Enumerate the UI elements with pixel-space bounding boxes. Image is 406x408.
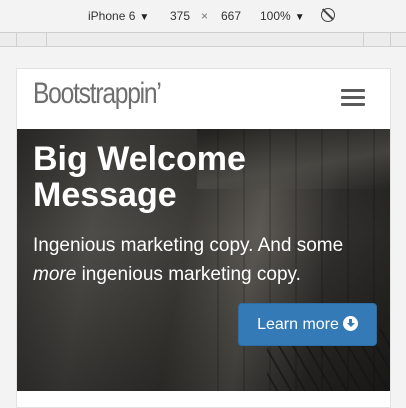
no-throttle-icon[interactable] <box>321 8 335 22</box>
dimension-separator: × <box>201 9 209 23</box>
hamburger-icon[interactable] <box>341 89 367 109</box>
ruler-mark <box>46 33 47 47</box>
width-field[interactable]: 375 <box>170 9 190 23</box>
hero-copy-emphasis: more <box>33 264 77 285</box>
learn-more-button[interactable]: Learn more <box>238 303 377 346</box>
chevron-down-icon: ▼ <box>294 12 305 23</box>
brand-logo[interactable]: Bootstrappin’ <box>33 77 162 111</box>
hero-headline: Big Welcome Message <box>33 141 373 213</box>
learn-more-label: Learn more <box>257 316 339 333</box>
navbar: Bootstrappin’ <box>17 69 390 129</box>
ruler-mark <box>16 33 17 47</box>
ruler-mark <box>363 33 364 47</box>
device-select[interactable]: iPhone 6 ▼ <box>88 9 149 25</box>
hero-copy-part2: ingenious marketing copy. <box>76 264 301 285</box>
emulated-viewport: Bootstrappin’ Big Welcome Message Ingeni… <box>16 68 391 408</box>
chevron-down-icon: ▼ <box>139 12 150 23</box>
hero-copy-part1: Ingenious marketing copy. And some <box>33 235 344 256</box>
devtools-device-toolbar: iPhone 6 ▼ 375 × 667 100% ▼ <box>0 0 406 33</box>
hero-copy: Ingenious marketing copy. And some more … <box>33 231 383 289</box>
circle-arrow-down-icon <box>342 316 358 331</box>
hero-banner: Big Welcome Message Ingenious marketing … <box>17 129 390 391</box>
media-query-ruler[interactable] <box>0 33 406 47</box>
device-name: iPhone 6 <box>88 9 136 23</box>
headline-bold: Big <box>33 140 88 178</box>
ruler-mark <box>390 33 391 47</box>
zoom-value: 100% <box>260 9 291 23</box>
height-field[interactable]: 667 <box>221 9 241 23</box>
zoom-select[interactable]: 100% ▼ <box>260 9 305 25</box>
